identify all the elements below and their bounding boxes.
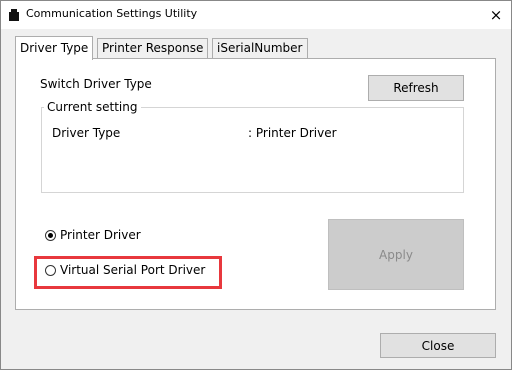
window-title: Communication Settings Utility [26,7,198,20]
close-icon[interactable]: × [481,1,511,29]
close-button[interactable]: Close [380,333,496,358]
refresh-button[interactable]: Refresh [368,75,464,101]
printer-app-icon [9,9,19,21]
driver-type-field-label: Driver Type [52,126,121,140]
radio-selected-dot [48,233,53,238]
current-setting-group [41,107,464,193]
driver-type-field-value: : Printer Driver [248,126,337,140]
tab-panel: Switch Driver Type Refresh Current setti… [15,58,496,310]
tab-printer-response[interactable]: Printer Response [97,38,209,58]
option-highlight-box [34,256,222,289]
tab-iserialnumber[interactable]: iSerialNumber [212,38,308,58]
switch-driver-type-label: Switch Driver Type [40,77,152,91]
current-setting-title: Current setting [44,100,141,114]
printer-driver-radio[interactable] [45,230,56,241]
settings-window: Communication Settings Utility × Driver … [0,0,512,370]
printer-driver-label[interactable]: Printer Driver [60,228,141,242]
title-bar: Communication Settings Utility × [1,1,511,29]
tab-driver-type[interactable]: Driver Type [15,36,94,60]
apply-button[interactable]: Apply [328,219,464,290]
